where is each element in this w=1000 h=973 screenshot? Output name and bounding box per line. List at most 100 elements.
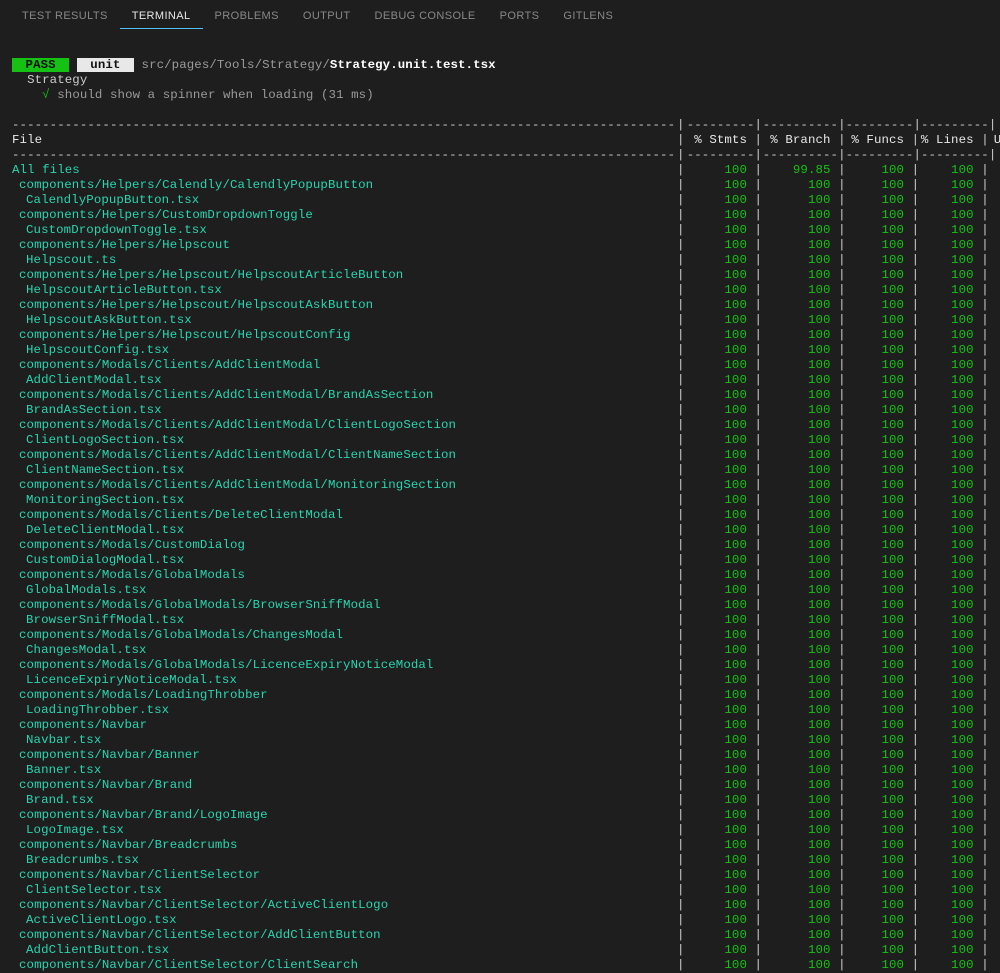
coverage-stmts: 100 [685,943,755,958]
coverage-funcs: 100 [846,343,912,358]
panel-tab-terminal[interactable]: TERMINAL [120,4,203,29]
panel-tab-ports[interactable]: PORTS [488,4,552,29]
coverage-row: components/Modals/GlobalModals/ChangesMo… [12,628,988,643]
coverage-funcs: 100 [846,913,912,928]
coverage-funcs: 100 [846,688,912,703]
coverage-row: HelpscoutArticleButton.tsx|100 |100 |100… [12,283,988,298]
coverage-lines: 100 [919,943,981,958]
coverage-lines: 100 [919,358,981,373]
coverage-file-name: components/Modals/GlobalModals [12,568,677,583]
coverage-stmts: 100 [685,703,755,718]
coverage-row: components/Helpers/Helpscout/HelpscoutCo… [12,328,988,343]
coverage-row: components/Modals/Clients/AddClientModal… [12,388,988,403]
coverage-file-name: components/Helpers/Calendly/CalendlyPopu… [12,178,677,193]
panel-tab-test-results[interactable]: TEST RESULTS [10,4,120,29]
coverage-file-name: components/Modals/Clients/AddClientModal… [12,478,677,493]
coverage-row: components/Navbar/ClientSelector|100 |10… [12,868,988,883]
coverage-lines: 100 [919,598,981,613]
coverage-file-name: components/Helpers/Helpscout/HelpscoutAr… [12,268,677,283]
coverage-file-name: HelpscoutConfig.tsx [12,343,677,358]
coverage-stmts: 100 [685,358,755,373]
coverage-funcs: 100 [846,943,912,958]
coverage-row: HelpscoutConfig.tsx|100 |100 |100 |100 | [12,343,988,358]
terminal-output[interactable]: PASS unit src/pages/Tools/Strategy/Strat… [0,29,1000,973]
coverage-row: components/Modals/GlobalModals/BrowserSn… [12,598,988,613]
coverage-file-name: LogoImage.tsx [12,823,677,838]
coverage-branch: 100 [762,283,838,298]
coverage-funcs: 100 [846,433,912,448]
coverage-branch: 100 [762,463,838,478]
coverage-stmts: 100 [685,808,755,823]
coverage-stmts: 100 [685,673,755,688]
coverage-branch: 100 [762,808,838,823]
coverage-file-name: GlobalModals.tsx [12,583,677,598]
coverage-lines: 100 [919,163,981,178]
test-status-line: PASS unit src/pages/Tools/Strategy/Strat… [12,58,496,72]
coverage-stmts: 100 [685,448,755,463]
coverage-branch: 100 [762,613,838,628]
coverage-file-name: ClientNameSection.tsx [12,463,677,478]
panel-tab-output[interactable]: OUTPUT [291,4,363,29]
coverage-stmts: 100 [685,598,755,613]
coverage-row: components/Navbar/ClientSelector/ActiveC… [12,898,988,913]
coverage-branch: 100 [762,673,838,688]
coverage-file-name: components/Helpers/Helpscout/HelpscoutCo… [12,328,677,343]
coverage-stmts: 100 [685,478,755,493]
coverage-file-name: BrandAsSection.tsx [12,403,677,418]
coverage-stmts: 100 [685,883,755,898]
panel-tab-debug-console[interactable]: DEBUG CONSOLE [363,4,488,29]
coverage-file-name: components/Navbar/Brand [12,778,677,793]
coverage-file-name: HelpscoutArticleButton.tsx [12,283,677,298]
coverage-funcs: 100 [846,538,912,553]
coverage-funcs: 100 [846,748,912,763]
coverage-stmts: 100 [685,778,755,793]
coverage-branch: 100 [762,313,838,328]
coverage-lines: 100 [919,253,981,268]
coverage-branch: 99.85 [762,163,838,178]
coverage-stmts: 100 [685,433,755,448]
coverage-stmts: 100 [685,763,755,778]
coverage-file-name: Helpscout.ts [12,253,677,268]
coverage-file-name: components/Helpers/CustomDropdownToggle [12,208,677,223]
coverage-stmts: 100 [685,373,755,388]
coverage-funcs: 100 [846,253,912,268]
coverage-branch: 100 [762,208,838,223]
coverage-stmts: 100 [685,823,755,838]
coverage-file-name: components/Navbar/Brand/LogoImage [12,808,677,823]
coverage-row: ClientSelector.tsx|100 |100 |100 |100 | [12,883,988,898]
coverage-funcs: 100 [846,628,912,643]
coverage-branch: 100 [762,748,838,763]
coverage-stmts: 100 [685,718,755,733]
coverage-branch: 100 [762,883,838,898]
coverage-lines: 100 [919,178,981,193]
coverage-stmts: 100 [685,568,755,583]
coverage-branch: 100 [762,358,838,373]
coverage-stmts: 100 [685,688,755,703]
coverage-file-name: components/Modals/GlobalModals/LicenceEx… [12,658,677,673]
coverage-branch: 100 [762,568,838,583]
coverage-stmts: 100 [685,283,755,298]
coverage-row: CalendlyPopupButton.tsx|100 |100 |100 |1… [12,193,988,208]
coverage-row: GlobalModals.tsx|100 |100 |100 |100 | [12,583,988,598]
coverage-branch: 100 [762,298,838,313]
coverage-lines: 100 [919,523,981,538]
test-file-path-dir: src/pages/Tools/Strategy/ [142,58,330,72]
coverage-branch: 100 [762,598,838,613]
coverage-row: components/Modals/Clients/AddClientModal… [12,448,988,463]
panel-tab-problems[interactable]: PROBLEMS [203,4,291,29]
coverage-row: components/Modals/LoadingThrobber|100 |1… [12,688,988,703]
check-icon: √ [42,88,50,102]
coverage-funcs: 100 [846,703,912,718]
coverage-row: ClientNameSection.tsx|100 |100 |100 |100… [12,463,988,478]
coverage-file-name: components/Navbar [12,718,677,733]
coverage-row: AddClientButton.tsx|100 |100 |100 |100 | [12,943,988,958]
coverage-funcs: 100 [846,793,912,808]
coverage-row: MonitoringSection.tsx|100 |100 |100 |100… [12,493,988,508]
coverage-funcs: 100 [846,493,912,508]
suite-name: Strategy [27,73,87,87]
coverage-funcs: 100 [846,523,912,538]
panel-tab-gitlens[interactable]: GITLENS [551,4,625,29]
coverage-lines: 100 [919,373,981,388]
coverage-file-name: components/Navbar/ClientSelector/ActiveC… [12,898,677,913]
coverage-lines: 100 [919,628,981,643]
